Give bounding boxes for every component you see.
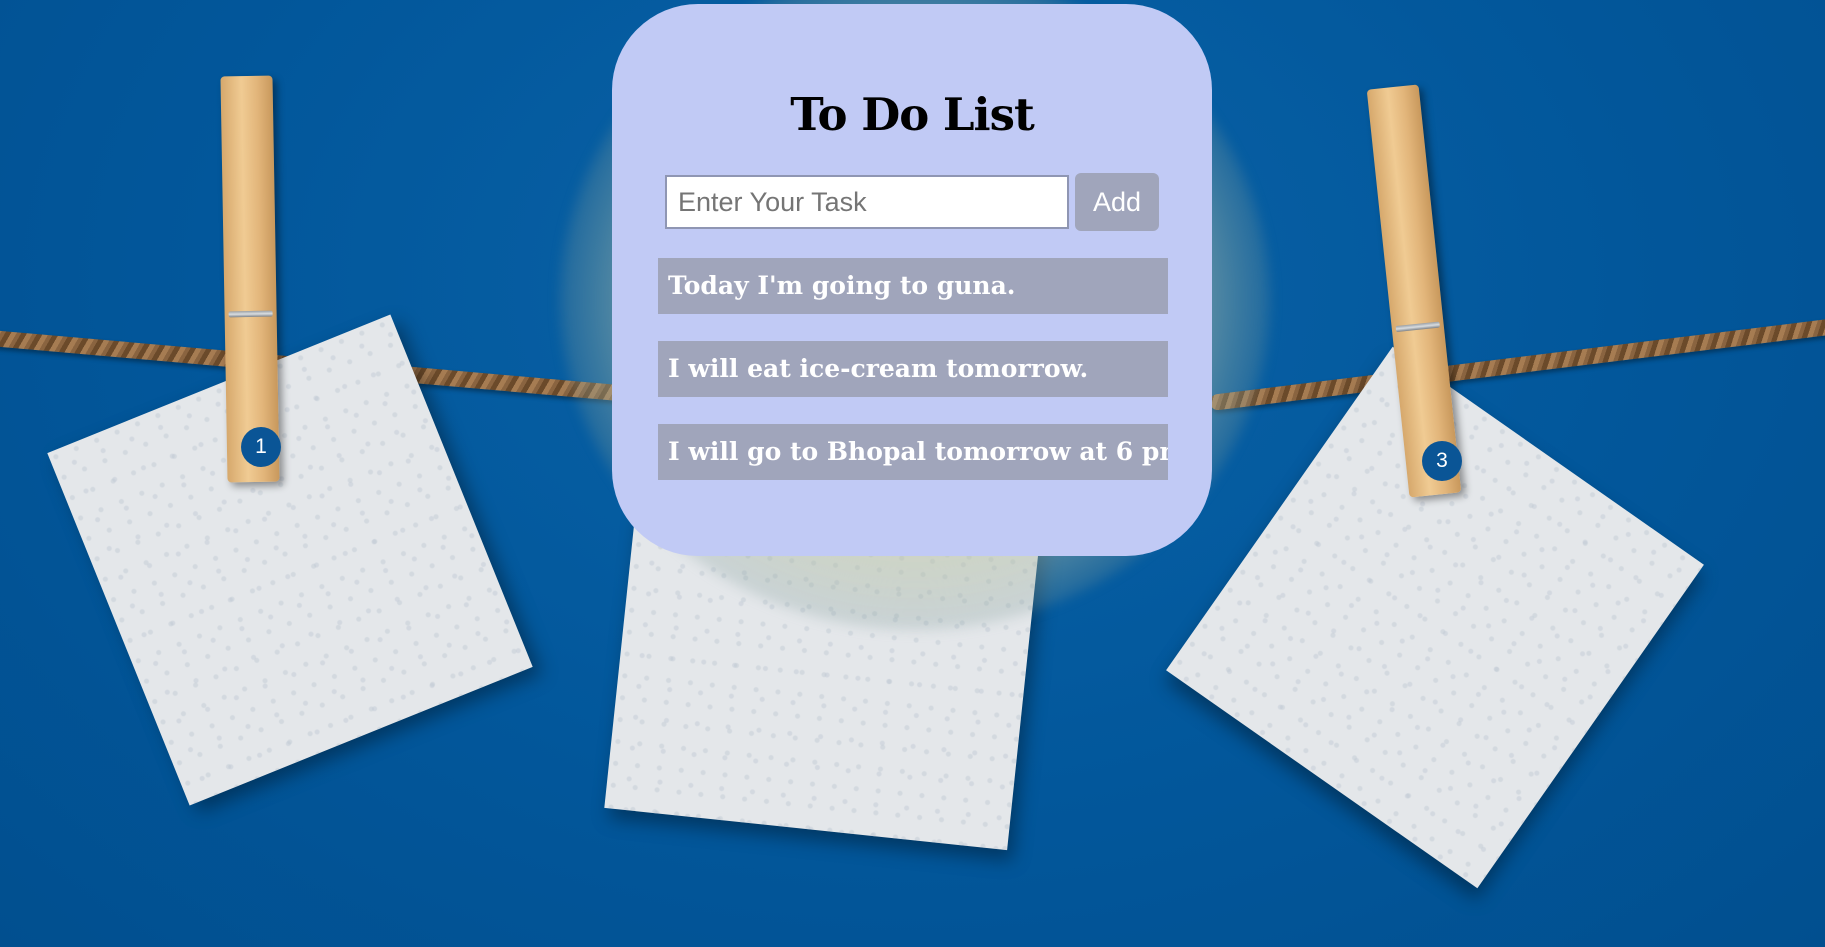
- task-item[interactable]: I will eat ice-cream tomorrow.: [658, 341, 1168, 397]
- pin-badge-3: 3: [1422, 441, 1462, 481]
- todo-card: To Do List Add Today I'm going to guna. …: [612, 4, 1212, 556]
- clothespin-left: [220, 75, 280, 483]
- task-item[interactable]: I will go to Bhopal tomorrow at 6 pm.: [658, 424, 1168, 480]
- task-input[interactable]: [665, 175, 1069, 229]
- pin-badge-1: 1: [241, 427, 281, 467]
- add-button[interactable]: Add: [1075, 173, 1159, 231]
- task-item[interactable]: Today I'm going to guna.: [658, 258, 1168, 314]
- task-list: Today I'm going to guna. I will eat ice-…: [658, 258, 1168, 507]
- page-title: To Do List: [790, 88, 1035, 141]
